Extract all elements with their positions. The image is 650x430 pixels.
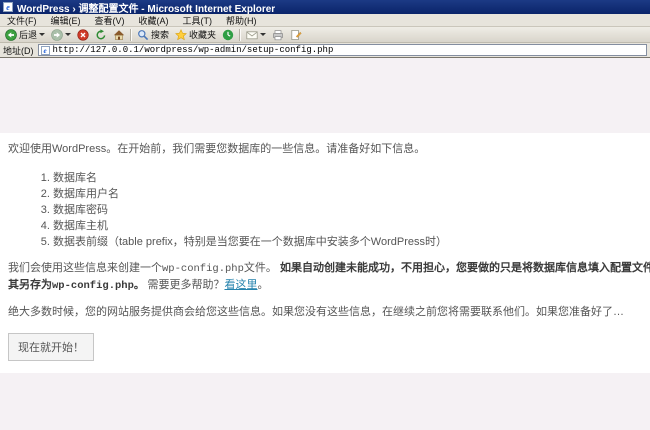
favorites-label: 收藏夹: [189, 28, 216, 41]
wp-config-filename: wp-config.php。: [52, 279, 144, 291]
list-item: 数据库密码: [53, 202, 642, 218]
back-label: 后退: [19, 28, 37, 41]
ie-document-icon: e: [3, 2, 13, 12]
forward-icon: [51, 29, 63, 41]
menu-help[interactable]: 帮助(H): [219, 14, 264, 27]
favorites-star-icon: [175, 29, 187, 41]
requirements-list: 数据库名 数据库用户名 数据库密码 数据库主机 数据表前缀（table pref…: [8, 170, 642, 250]
list-item: 数据库主机: [53, 218, 642, 234]
menubar: 文件(F) 编辑(E) 查看(V) 收藏(A) 工具(T) 帮助(H): [0, 14, 650, 27]
print-button[interactable]: [269, 27, 287, 43]
host-note-text: 绝大多数时候，您的网站服务提供商会给您这些信息。如果您没有这些信息，在继续之前您…: [8, 304, 642, 320]
search-label: 搜索: [151, 28, 169, 41]
home-button[interactable]: [110, 27, 128, 43]
refresh-icon: [95, 29, 107, 41]
page-top-margin: [0, 58, 650, 133]
setup-config-content: 欢迎使用WordPress。在开始前，我们需要您数据库的一些信息。请准备好如下信…: [0, 133, 650, 373]
menu-edit[interactable]: 编辑(E): [44, 14, 88, 27]
wp-config-filename: wp-config.php: [162, 263, 244, 275]
menu-view[interactable]: 查看(V): [88, 14, 132, 27]
history-button[interactable]: [219, 27, 237, 43]
list-item: 数据库用户名: [53, 186, 642, 202]
browser-window: e WordPress › 调整配置文件 - Microsoft Interne…: [0, 0, 650, 429]
menu-tools[interactable]: 工具(T): [176, 14, 220, 27]
info-text: 文件。: [244, 262, 280, 274]
search-icon: [137, 29, 149, 41]
info-strong-text: 其另存为: [8, 279, 52, 291]
info-text: 我们会使用这些信息来创建一个: [8, 262, 162, 274]
list-item: 数据库名: [53, 170, 642, 186]
mail-icon: [246, 29, 258, 41]
back-button[interactable]: 后退: [2, 27, 48, 43]
back-icon: [5, 29, 17, 41]
lets-go-button[interactable]: 现在就开始！: [8, 333, 94, 361]
info-text: 需要更多帮助？: [144, 279, 224, 291]
address-url: http://127.0.0.1/wordpress/wp-admin/setu…: [53, 45, 334, 55]
back-dropdown-icon[interactable]: [39, 33, 45, 36]
forward-dropdown-icon[interactable]: [65, 33, 71, 36]
forward-button[interactable]: [48, 27, 74, 43]
print-icon: [272, 29, 284, 41]
info-strong-text: 如果自动创建未能成功，不用担心，您要做的只是将数据库信息填入配置文件。您也可以在…: [280, 262, 650, 274]
toolbar: 后退: [0, 27, 650, 43]
button-row: 现在就开始！: [8, 333, 642, 373]
edit-button[interactable]: [287, 27, 305, 43]
info-text: 。: [257, 279, 268, 291]
history-icon: [222, 29, 234, 41]
home-icon: [113, 29, 125, 41]
mail-button[interactable]: [243, 27, 269, 43]
toolbar-separator: [130, 29, 132, 41]
list-item: 数据表前缀（table prefix，特别是当您要在一个数据库中安装多个Word…: [53, 234, 642, 250]
window-title: WordPress › 调整配置文件 - Microsoft Internet …: [17, 0, 275, 15]
address-input[interactable]: e http://127.0.0.1/wordpress/wp-admin/se…: [38, 44, 648, 56]
search-button[interactable]: 搜索: [134, 27, 172, 43]
address-page-icon: e: [41, 46, 50, 55]
page-background: 欢迎使用WordPress。在开始前，我们需要您数据库的一些信息。请准备好如下信…: [0, 58, 650, 429]
help-here-link[interactable]: 看这里: [224, 279, 257, 291]
addressbar: 地址(D) e http://127.0.0.1/wordpress/wp-ad…: [0, 43, 650, 58]
toolbar-separator-2: [239, 29, 241, 41]
edit-icon: [290, 29, 302, 41]
address-label: 地址(D): [3, 44, 34, 57]
config-info-line-2: 其另存为wp-config.php。 需要更多帮助？看这里。: [8, 277, 642, 294]
favorites-button[interactable]: 收藏夹: [172, 27, 219, 43]
refresh-button[interactable]: [92, 27, 110, 43]
stop-button[interactable]: [74, 27, 92, 43]
stop-icon: [77, 29, 89, 41]
menu-favorites[interactable]: 收藏(A): [132, 14, 176, 27]
config-info-line-1: 我们会使用这些信息来创建一个wp-config.php文件。 如果自动创建未能成…: [8, 260, 642, 277]
mail-dropdown-icon[interactable]: [260, 33, 266, 36]
menu-file[interactable]: 文件(F): [0, 14, 44, 27]
welcome-text: 欢迎使用WordPress。在开始前，我们需要您数据库的一些信息。请准备好如下信…: [8, 141, 642, 157]
titlebar: e WordPress › 调整配置文件 - Microsoft Interne…: [0, 0, 650, 14]
